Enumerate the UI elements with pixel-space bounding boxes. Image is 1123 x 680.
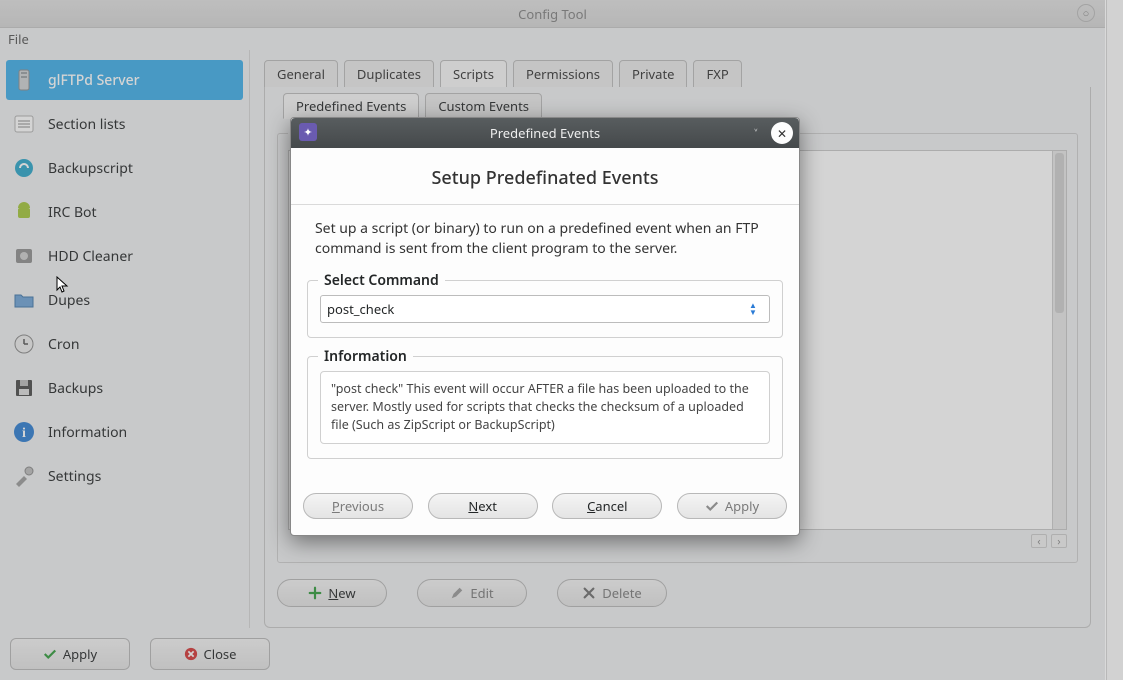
command-combobox-value: post_check [327,300,394,318]
scroll-left-icon[interactable]: ‹ [1031,534,1047,548]
next-button-label: Next [468,497,497,515]
delete-button-label: Delete [602,584,642,602]
select-command-group: Select Command post_check ▲▼ [307,280,783,338]
scrollbar-thumb[interactable] [1055,153,1064,313]
tab-fxp[interactable]: FXP [693,60,741,88]
primary-tabs: General Duplicates Scripts Permissions P… [264,60,1091,88]
edit-button[interactable]: Edit [417,579,527,607]
sidebar-item-cron[interactable]: Cron [6,324,243,364]
pencil-icon [450,586,464,600]
sidebar-item-label: Cron [48,335,79,354]
previous-button-label: Previous [332,497,384,515]
subtab-custom[interactable]: Custom Events [425,93,542,119]
plus-icon [308,586,322,600]
scroll-right-icon[interactable]: › [1051,534,1067,548]
main-title: Config Tool [518,5,587,23]
apply-button[interactable]: Apply [677,493,787,519]
cancel-button[interactable]: Cancel [552,493,662,519]
sidebar-item-label: HDD Cleaner [48,247,133,266]
new-button[interactable]: New [277,579,387,607]
edit-button-label: Edit [470,584,493,602]
folder-icon [10,286,38,314]
dialog-description: Set up a script (or binary) to run on a … [301,219,789,258]
secondary-tabs: Predefined Events Custom Events [283,93,1078,119]
tab-duplicates[interactable]: Duplicates [344,60,434,88]
disk-icon [10,242,38,270]
menu-file[interactable]: File [8,30,29,48]
sidebar-item-glftpd-server[interactable]: glFTPd Server [6,60,243,100]
dialog-heading: Setup Predefinated Events [301,166,789,190]
dialog-minimize-icon[interactable]: ˅ [745,122,767,144]
tab-private[interactable]: Private [619,60,688,88]
sidebar-item-backupscript[interactable]: Backupscript [6,148,243,188]
footer-apply-label: Apply [63,645,97,663]
info-icon: i [10,418,38,446]
dialog-titlebar: ✦ Predefined Events ˅ ✕ [291,118,799,148]
dialog-separator [291,204,799,205]
sidebar-item-irc-bot[interactable]: IRC Bot [6,192,243,232]
delete-button[interactable]: Delete [557,579,667,607]
sidebar-item-label: Settings [48,467,101,486]
sidebar-item-label: Backupscript [48,159,133,178]
footer-close-label: Close [204,645,237,663]
sidebar-item-label: Backups [48,379,103,398]
dialog-body: Setup Predefinated Events Set up a scrip… [291,148,799,485]
svg-text:i: i [22,426,26,441]
close-icon [184,647,198,661]
wrench-icon [10,462,38,490]
check-icon [705,499,719,513]
footer-apply-button[interactable]: Apply [10,638,130,670]
predefined-events-dialog: ✦ Predefined Events ˅ ✕ Setup Predefinat… [290,117,800,536]
new-button-label: New [328,584,355,602]
information-text: "post check" This event will occur AFTER… [320,371,770,443]
sidebar-item-backups[interactable]: Backups [6,368,243,408]
next-button[interactable]: Next [428,493,538,519]
window-close-icon[interactable]: ○ [1077,4,1095,22]
vertical-scrollbar[interactable] [1052,151,1066,529]
apply-button-label: Apply [725,497,759,515]
sidebar-item-hdd-cleaner[interactable]: HDD Cleaner [6,236,243,276]
sidebar-item-label: glFTPd Server [48,71,140,90]
sidebar-item-label: Dupes [48,291,90,310]
panel-actions: New Edit Delete [277,579,1078,607]
main-footer: Apply Close [0,628,1105,680]
dialog-buttons: Previous Next Cancel Apply [291,485,799,535]
combobox-spinner-icon[interactable]: ▲▼ [749,300,763,318]
server-icon [10,66,38,94]
select-command-legend: Select Command [318,271,445,290]
dialog-app-icon: ✦ [299,123,317,141]
sidebar-item-dupes[interactable]: Dupes [6,280,243,320]
floppy-icon [10,374,38,402]
sidebar-item-information[interactable]: i Information [6,412,243,452]
main-titlebar: Config Tool ○ [0,0,1105,28]
tab-general[interactable]: General [264,60,338,88]
sidebar-item-settings[interactable]: Settings [6,456,243,496]
sidebar-item-label: Information [48,423,127,442]
backupscript-icon [10,154,38,182]
information-legend: Information [318,347,413,366]
clock-icon [10,330,38,358]
x-icon [582,586,596,600]
right-dock-strip [1106,0,1123,680]
menubar: File [0,28,1105,50]
information-group: Information "post check" This event will… [307,356,783,458]
sidebar-item-label: Section lists [48,115,125,134]
sidebar-item-label: IRC Bot [48,203,97,222]
dialog-title: Predefined Events [490,124,600,142]
dialog-close-icon[interactable]: ✕ [771,122,793,144]
sidebar-item-section-lists[interactable]: Section lists [6,104,243,144]
footer-close-button[interactable]: Close [150,638,270,670]
cancel-button-label: Cancel [587,497,627,515]
previous-button[interactable]: Previous [303,493,413,519]
hscroll-controls: ‹ › [288,534,1067,548]
tab-permissions[interactable]: Permissions [513,60,613,88]
command-combobox[interactable]: post_check ▲▼ [320,295,770,323]
check-icon [43,647,57,661]
list-icon [10,110,38,138]
subtab-predefined[interactable]: Predefined Events [283,93,419,119]
android-icon [10,198,38,226]
sidebar: glFTPd Server Section lists Backupscript… [0,50,250,628]
tab-scripts[interactable]: Scripts [440,60,507,88]
